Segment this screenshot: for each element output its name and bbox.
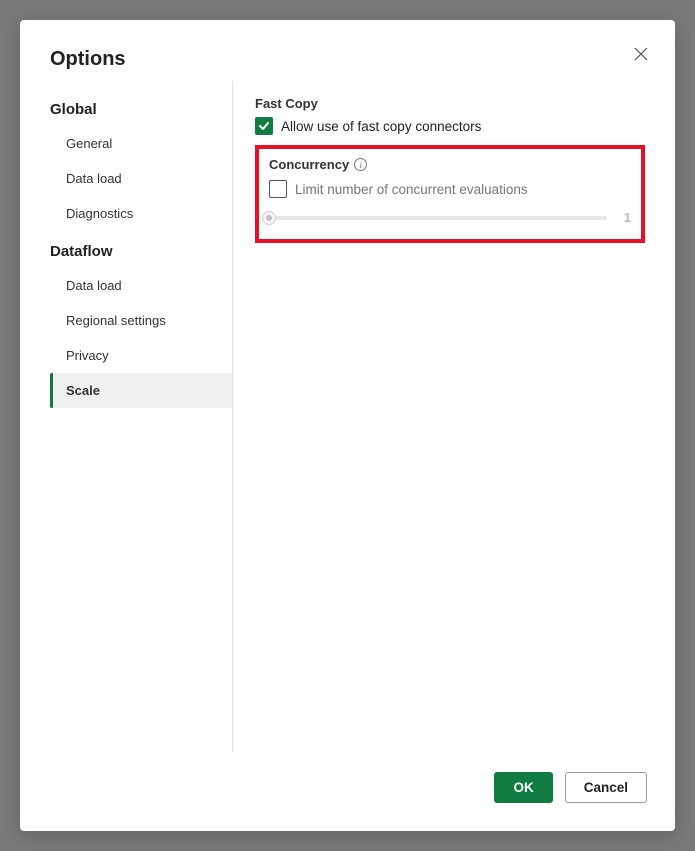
- sidebar-section-global: Global: [50, 101, 232, 118]
- dialog-header: Options: [20, 20, 675, 81]
- dialog-footer: OK Cancel: [20, 752, 675, 831]
- sidebar-section-dataflow: Dataflow: [50, 243, 232, 260]
- concurrency-highlight: Concurrency i Limit number of concurrent…: [255, 145, 645, 243]
- sidebar-item-regional-settings[interactable]: Regional settings: [50, 303, 232, 338]
- close-button[interactable]: [631, 44, 651, 64]
- limit-concurrent-row[interactable]: Limit number of concurrent evaluations: [269, 180, 631, 198]
- sidebar-item-data-load-global[interactable]: Data load: [50, 161, 232, 196]
- allow-fast-copy-row[interactable]: Allow use of fast copy connectors: [255, 117, 645, 135]
- cancel-button[interactable]: Cancel: [565, 772, 647, 803]
- allow-fast-copy-label: Allow use of fast copy connectors: [281, 119, 481, 134]
- sidebar-item-general[interactable]: General: [50, 126, 232, 161]
- ok-button[interactable]: OK: [494, 772, 552, 803]
- sidebar-item-scale[interactable]: Scale: [50, 373, 232, 408]
- sidebar-item-privacy[interactable]: Privacy: [50, 338, 232, 373]
- concurrency-slider-value: 1: [617, 210, 631, 225]
- content-pane: Fast Copy Allow use of fast copy connect…: [233, 81, 645, 752]
- fast-copy-title: Fast Copy: [255, 96, 645, 111]
- options-dialog: Options Global General Data load Diagnos…: [20, 20, 675, 831]
- sidebar-item-data-load-dataflow[interactable]: Data load: [50, 268, 232, 303]
- slider-thumb[interactable]: [262, 211, 276, 225]
- checkmark-icon: [258, 120, 270, 132]
- allow-fast-copy-checkbox[interactable]: [255, 117, 273, 135]
- limit-concurrent-checkbox[interactable]: [269, 180, 287, 198]
- dialog-title: Options: [50, 48, 645, 71]
- concurrency-slider[interactable]: [269, 216, 607, 220]
- sidebar-item-diagnostics[interactable]: Diagnostics: [50, 196, 232, 231]
- concurrency-title: Concurrency: [269, 157, 349, 172]
- concurrency-slider-row: 1: [269, 210, 631, 225]
- dialog-body: Global General Data load Diagnostics Dat…: [20, 81, 675, 752]
- concurrency-title-row: Concurrency i: [269, 157, 631, 172]
- info-icon[interactable]: i: [354, 158, 367, 171]
- limit-concurrent-label: Limit number of concurrent evaluations: [295, 182, 528, 197]
- sidebar: Global General Data load Diagnostics Dat…: [50, 81, 233, 752]
- close-icon: [634, 47, 648, 61]
